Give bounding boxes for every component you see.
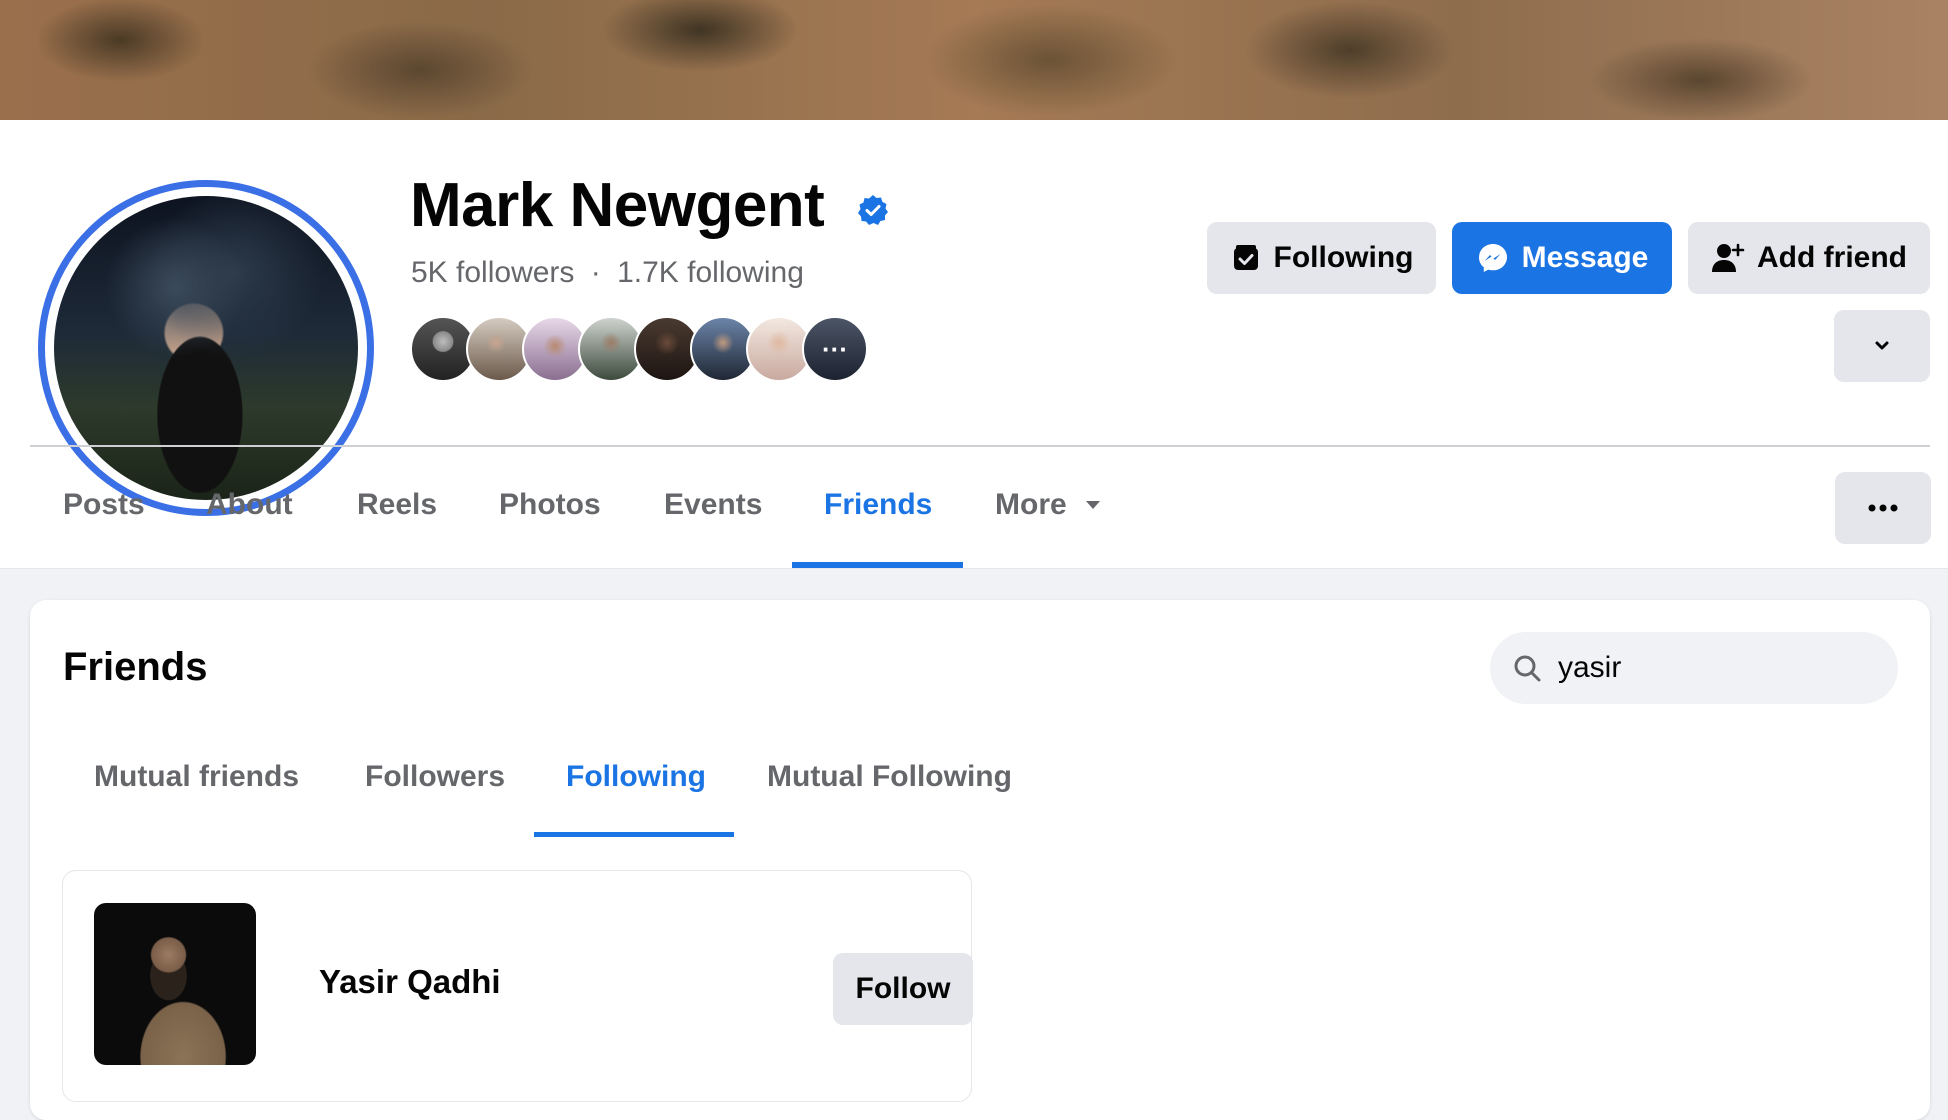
friends-search[interactable] bbox=[1490, 632, 1898, 704]
tab-more-label: More bbox=[995, 488, 1067, 521]
profile-options-dropdown-button[interactable] bbox=[1834, 310, 1930, 382]
tab-photos[interactable]: Photos bbox=[499, 488, 601, 522]
tab-posts[interactable]: Posts bbox=[63, 488, 145, 522]
add-friend-icon bbox=[1712, 243, 1745, 272]
tab-reels[interactable]: Reels bbox=[357, 488, 437, 522]
stats-separator: · bbox=[590, 256, 601, 289]
subtab-mutual-friends[interactable]: Mutual friends bbox=[94, 760, 299, 794]
tab-events[interactable]: Events bbox=[664, 488, 762, 522]
cover-photo[interactable] bbox=[0, 0, 1948, 120]
profile-picture-ring[interactable] bbox=[38, 180, 374, 516]
subtab-following[interactable]: Following bbox=[566, 760, 706, 794]
profile-name: Mark Newgent bbox=[410, 171, 825, 240]
following-button[interactable]: Following bbox=[1207, 222, 1436, 294]
following-button-label: Following bbox=[1273, 241, 1414, 274]
verified-badge-icon[interactable] bbox=[857, 194, 889, 226]
message-button[interactable]: Message bbox=[1452, 222, 1672, 294]
tab-friends[interactable]: Friends bbox=[824, 488, 932, 522]
friends-card: Friends Mutual friends Followers Followi… bbox=[30, 600, 1930, 1120]
profile-stats: 5K followers · 1.7K following bbox=[411, 256, 804, 290]
add-friend-button-label: Add friend bbox=[1757, 241, 1907, 274]
friend-photo[interactable] bbox=[94, 903, 256, 1065]
more-mutual-friends-button[interactable]: ··· bbox=[802, 316, 868, 382]
friend-result-card: Yasir Qadhi Follow bbox=[62, 870, 973, 1102]
followers-count-link[interactable]: 5K followers bbox=[411, 256, 574, 289]
friends-search-input[interactable] bbox=[1556, 650, 1880, 686]
message-button-label: Message bbox=[1521, 241, 1649, 274]
more-options-button[interactable] bbox=[1835, 472, 1931, 544]
caret-down-icon bbox=[1085, 501, 1100, 509]
subtab-followers[interactable]: Followers bbox=[365, 760, 505, 794]
subtab-mutual-following[interactable]: Mutual Following bbox=[767, 760, 1012, 794]
add-friend-button[interactable]: Add friend bbox=[1688, 222, 1930, 294]
follow-button[interactable]: Follow bbox=[833, 953, 973, 1025]
header-divider bbox=[30, 445, 1930, 447]
profile-tabs: Posts About Reels Photos Events Friends … bbox=[0, 470, 1948, 568]
chevron-down-icon bbox=[1875, 341, 1889, 350]
profile-picture[interactable] bbox=[54, 196, 358, 500]
tab-about[interactable]: About bbox=[206, 488, 293, 522]
friends-card-title: Friends bbox=[63, 645, 208, 689]
messenger-icon bbox=[1478, 244, 1507, 272]
ellipsis-icon bbox=[1868, 504, 1898, 512]
following-count-link[interactable]: 1.7K following bbox=[617, 256, 804, 289]
active-tab-indicator bbox=[792, 562, 963, 568]
search-icon bbox=[1514, 655, 1541, 682]
active-subtab-indicator bbox=[534, 832, 734, 837]
friend-name-link[interactable]: Yasir Qadhi bbox=[319, 963, 501, 1001]
following-check-icon bbox=[1233, 245, 1258, 270]
tab-more[interactable]: More bbox=[995, 488, 1103, 522]
